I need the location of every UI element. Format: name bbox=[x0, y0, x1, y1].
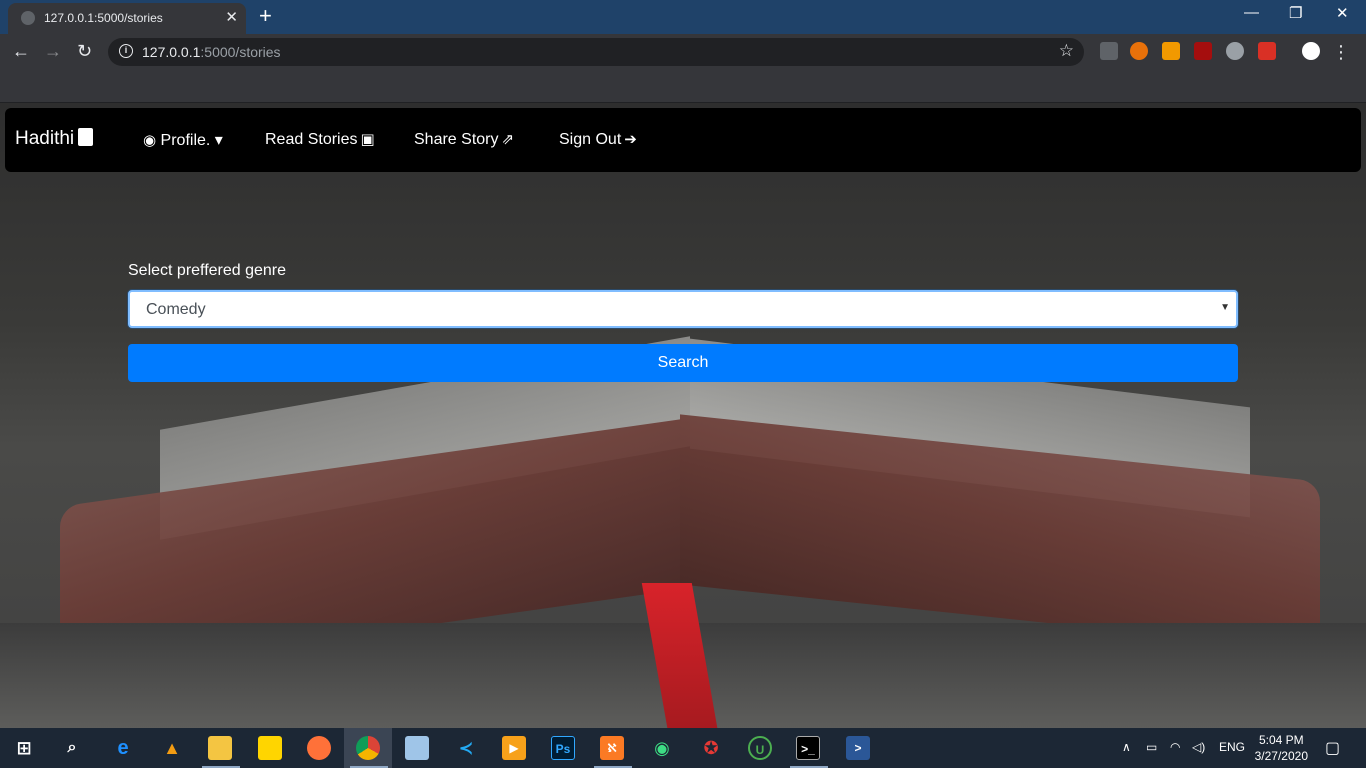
brand-link[interactable]: Hadithi bbox=[15, 128, 94, 150]
nav-profile-dropdown[interactable]: ◉ Profile. ▾ bbox=[140, 130, 223, 150]
browser-tab[interactable]: 127.0.0.1:5000/stories ✕ bbox=[8, 3, 246, 34]
url-text[interactable]: 127.0.0.1:5000/stories bbox=[142, 44, 281, 60]
chrome-icon[interactable] bbox=[356, 736, 380, 760]
url-host: 127.0.0.1 bbox=[142, 44, 201, 60]
book-icon bbox=[78, 128, 94, 146]
nav-read-stories-label: Read Stories bbox=[265, 131, 358, 148]
info-icon[interactable]: i bbox=[119, 44, 133, 58]
new-tab-button[interactable]: + bbox=[259, 3, 272, 29]
genre-selected-value: Comedy bbox=[146, 301, 206, 318]
genre-search-form: Select preffered genre Comedy ▼ Search bbox=[128, 262, 1238, 382]
sign-out-icon: ➔ bbox=[624, 131, 637, 148]
nav-sign-out[interactable]: Sign Out ➔ bbox=[559, 130, 637, 149]
volume-icon[interactable]: ◁) bbox=[1192, 740, 1205, 754]
close-tab-icon[interactable]: ✕ bbox=[225, 8, 238, 26]
genre-label: Select preffered genre bbox=[128, 262, 287, 279]
globe-icon bbox=[21, 11, 35, 25]
photoshop-icon[interactable]: Ps bbox=[551, 736, 575, 760]
battery-icon[interactable]: ▭ bbox=[1146, 740, 1157, 754]
nav-share-story[interactable]: Share Story ⇗ bbox=[414, 130, 514, 149]
nav-profile-label: Profile. bbox=[160, 132, 211, 149]
search-icon[interactable]: ⌕ bbox=[60, 736, 84, 760]
reload-icon[interactable]: ↻ bbox=[77, 41, 92, 61]
page-content: Hadithi ◉ Profile. ▾ Read Stories ▣ Share… bbox=[0, 103, 1366, 728]
clock-time: 5:04 PM bbox=[1258, 733, 1304, 747]
genre-select[interactable]: Comedy ▼ bbox=[128, 290, 1238, 328]
user-circle-icon: ◉ bbox=[143, 132, 157, 149]
upwork-icon[interactable]: U bbox=[748, 736, 772, 760]
nav-sign-out-label: Sign Out bbox=[559, 131, 622, 148]
brand-name: Hadithi bbox=[15, 128, 75, 149]
pen-extension-icon[interactable] bbox=[1100, 42, 1118, 60]
bookmark-star-icon[interactable]: ☆ bbox=[1059, 41, 1074, 61]
edge-icon[interactable]: e bbox=[111, 736, 135, 760]
vscode-icon[interactable]: ≺ bbox=[454, 736, 478, 760]
audio-extension-icon[interactable] bbox=[1162, 42, 1180, 60]
compass-extension-icon[interactable] bbox=[1226, 42, 1244, 60]
wifi-icon[interactable]: ◠ bbox=[1170, 740, 1180, 754]
language-indicator[interactable]: ENG bbox=[1219, 740, 1245, 754]
chrome-menu-icon[interactable]: ⋮ bbox=[1332, 42, 1350, 63]
windows-taskbar: ⊞ ⌕ e ▲ ≺ ▶ Ps ℵ ◉ ✪ U >_ > ∧ ▭ ◠ ◁) ENG… bbox=[0, 728, 1366, 768]
firefox-icon[interactable] bbox=[307, 736, 331, 760]
minimize-button[interactable]: — bbox=[1244, 4, 1259, 21]
book-reader-icon: ▣ bbox=[360, 131, 375, 148]
red-app-icon[interactable]: ✪ bbox=[699, 736, 723, 760]
share-square-icon: ⇗ bbox=[501, 131, 515, 148]
close-window-button[interactable]: ✕ bbox=[1336, 4, 1349, 22]
browser-tab-bar: 127.0.0.1:5000/stories ✕ + — ❐ ✕ bbox=[0, 0, 1366, 34]
vlc-icon[interactable]: ▲ bbox=[160, 736, 184, 760]
powershell-icon[interactable]: > bbox=[846, 736, 870, 760]
sticky-notes-icon[interactable] bbox=[258, 736, 282, 760]
virtualbox-icon[interactable] bbox=[405, 736, 429, 760]
caret-down-icon: ▾ bbox=[214, 132, 223, 149]
tiger-extension-icon[interactable] bbox=[1130, 42, 1148, 60]
eye-extension-icon[interactable] bbox=[1302, 42, 1320, 60]
tab-title: 127.0.0.1:5000/stories bbox=[44, 11, 163, 25]
tray-chevron-icon[interactable]: ∧ bbox=[1122, 740, 1131, 754]
clock-date: 3/27/2020 bbox=[1254, 749, 1308, 763]
site-navbar: Hadithi ◉ Profile. ▾ Read Stories ▣ Share… bbox=[5, 108, 1361, 172]
nav-share-story-label: Share Story bbox=[414, 131, 499, 148]
media-player-icon[interactable]: ▶ bbox=[502, 736, 526, 760]
system-clock[interactable]: 5:04 PM 3/27/2020 bbox=[1255, 732, 1308, 764]
nav-read-stories[interactable]: Read Stories ▣ bbox=[265, 130, 375, 149]
xampp-icon[interactable]: ℵ bbox=[600, 736, 624, 760]
android-studio-icon[interactable]: ◉ bbox=[650, 736, 674, 760]
url-path: :5000/stories bbox=[200, 44, 281, 60]
windows-start-icon[interactable]: ⊞ bbox=[12, 736, 36, 760]
terminal-icon[interactable]: >_ bbox=[796, 736, 820, 760]
restore-button[interactable]: ❐ bbox=[1289, 4, 1302, 22]
back-arrow-icon[interactable]: ← bbox=[12, 41, 30, 61]
bookmarks-bar bbox=[0, 70, 1366, 103]
file-explorer-icon[interactable] bbox=[208, 736, 232, 760]
notifications-icon[interactable]: ▢ bbox=[1325, 738, 1340, 758]
browser-toolbar: ← → ↻ i 127.0.0.1:5000/stories ☆ bbox=[0, 34, 1366, 70]
pdf-extension-icon[interactable] bbox=[1194, 42, 1212, 60]
forward-arrow-icon[interactable]: → bbox=[44, 41, 62, 61]
address-bar[interactable]: i 127.0.0.1:5000/stories ☆ bbox=[108, 38, 1084, 66]
select-caret-icon: ▼ bbox=[1220, 302, 1230, 313]
red-extension-icon[interactable] bbox=[1258, 42, 1276, 60]
search-button[interactable]: Search bbox=[128, 344, 1238, 382]
